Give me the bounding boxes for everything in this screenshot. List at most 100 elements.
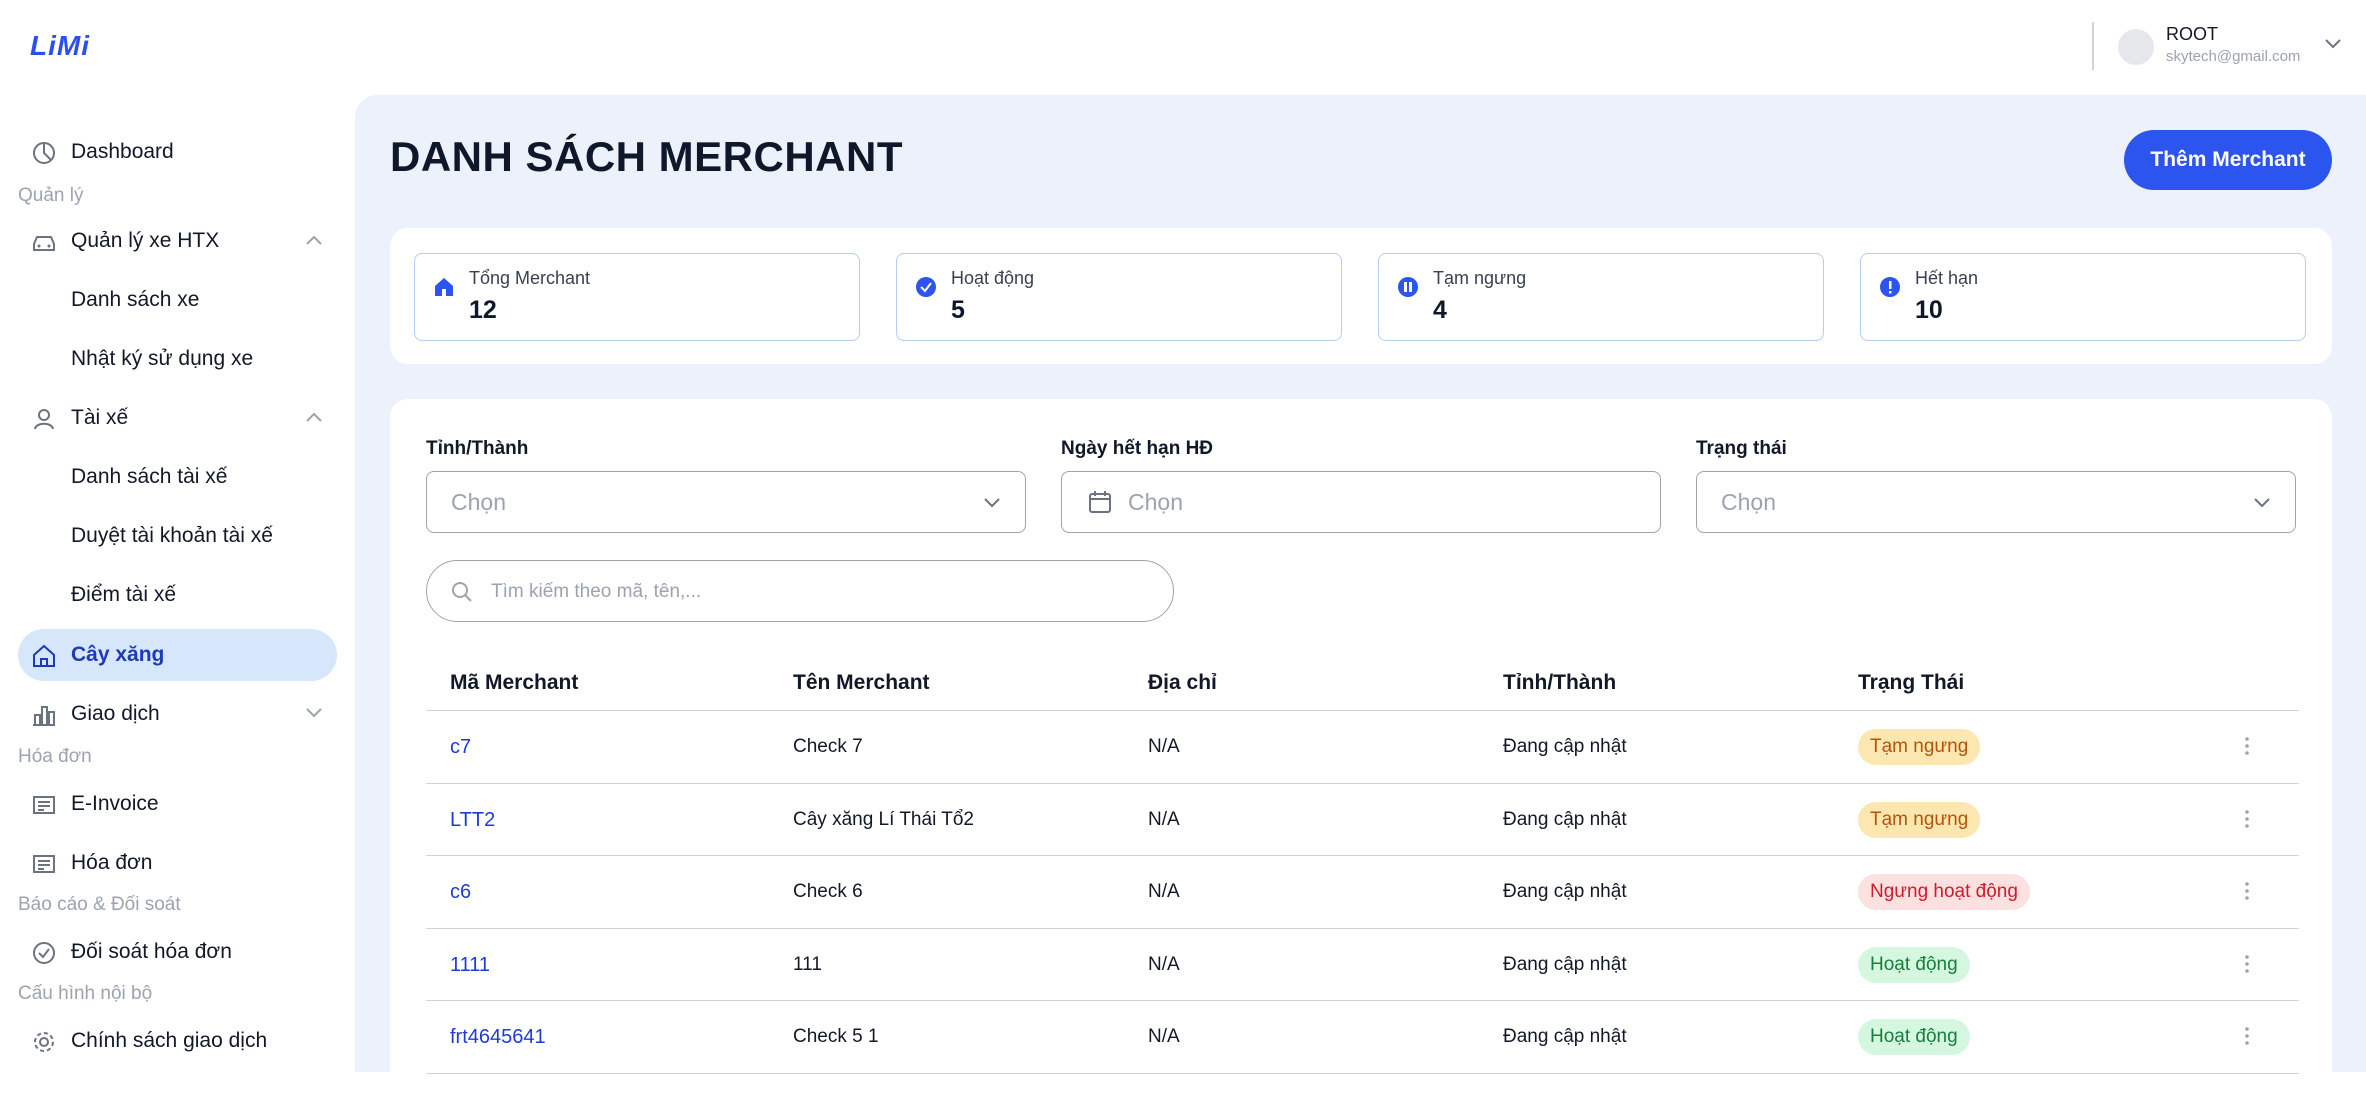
merchant-name: Cây xăng Lí Thái Tổ2 [793, 808, 974, 830]
sidebar-item-label: Duyệt tài khoản tài xế [71, 524, 273, 547]
merchant-province: Đang cập nhật [1503, 808, 1627, 830]
sidebar-item-label: Tài xế [71, 406, 129, 429]
stat-total: Tổng Merchant 12 [414, 253, 860, 341]
column-header-province[interactable]: Tỉnh/Thành [1503, 671, 1616, 695]
bar-chart-icon [33, 706, 55, 726]
filter-label-status: Trạng thái [1696, 438, 1787, 459]
merchant-code-link[interactable]: c7 [450, 736, 471, 759]
sidebar-item-label: Chính sách giao dịch [71, 1029, 268, 1052]
invoice-icon [33, 855, 55, 873]
sidebar-item-danh-sach-xe[interactable]: Danh sách xe [18, 274, 337, 326]
chevron-down-icon[interactable] [305, 707, 323, 719]
merchant-code-link[interactable]: 1111 [450, 954, 490, 977]
filter-label-expiry: Ngày hết hạn HĐ [1061, 438, 1214, 459]
sidebar-item-label: Danh sách xe [71, 288, 200, 311]
table-row[interactable]: LTT2 Cây xăng Lí Thái Tổ2 N/A Đang cập n… [426, 784, 2299, 856]
column-header-name[interactable]: Tên Merchant [793, 671, 930, 695]
sidebar-item-doi-soat[interactable]: Đối soát hóa đơn [18, 926, 337, 978]
sidebar-item-quan-ly-xe[interactable]: Quản lý xe HTX [18, 215, 337, 267]
merchant-address: N/A [1148, 1026, 1180, 1047]
user-icon [34, 409, 54, 430]
expiry-date-picker[interactable]: Chọn [1061, 471, 1661, 533]
avatar[interactable] [2118, 29, 2154, 65]
car-icon [33, 236, 55, 251]
stat-expired: Hết hạn 10 [1860, 253, 2306, 341]
status-badge: Tạm ngưng [1858, 801, 1981, 838]
main-panel: DANH SÁCH MERCHANT Thêm Merchant Tổng Me… [355, 95, 2366, 1099]
sidebar-item-diem-tai-xe[interactable]: Điểm tài xế [18, 569, 337, 621]
sidebar-item-cay-xang[interactable]: Cây xăng [18, 629, 337, 681]
section-title-cau-hinh: Cấu hình nội bộ [18, 983, 153, 1004]
status-badge: Ngưng hoạt động [1858, 874, 2030, 910]
stat-label: Hoạt động [951, 268, 1035, 288]
sidebar-item-label: Đối soát hóa đơn [71, 940, 232, 963]
status-badge: Hoạt động [1858, 946, 1970, 983]
verified-icon [916, 277, 936, 297]
more-options-icon[interactable] [2244, 735, 2250, 757]
more-options-icon[interactable] [2244, 880, 2250, 902]
chevron-up-icon[interactable] [305, 411, 323, 423]
table-header: Mã Merchant Tên Merchant Địa chỉ Tỉnh/Th… [426, 655, 2299, 711]
merchant-province: Đang cập nhật [1503, 736, 1627, 757]
province-select[interactable]: Chọn [426, 471, 1026, 533]
status-select[interactable]: Chọn [1696, 471, 2296, 533]
sidebar-item-dashboard[interactable]: Dashboard [18, 126, 337, 178]
table-row[interactable]: frt4645641 Check 5 1 N/A Đang cập nhật H… [426, 1001, 2299, 1074]
stat-value: 12 [469, 296, 497, 324]
table-row[interactable]: 1111 111 N/A Đang cập nhật Hoạt động [426, 929, 2299, 1001]
sidebar-item-einvoice[interactable]: E-Invoice [18, 778, 337, 830]
section-title-bao-cao: Báo cáo & Đối soát [18, 894, 181, 915]
home-icon [435, 278, 453, 296]
user-email: skytech@gmail.com [2166, 48, 2301, 65]
select-placeholder: Chọn [1128, 489, 1183, 515]
stat-label: Hết hạn [1915, 268, 1979, 288]
sidebar-item-label: Giao dịch [71, 702, 160, 725]
sidebar-item-danh-sach-tai-xe[interactable]: Danh sách tài xế [18, 451, 337, 503]
merchant-code-link[interactable]: c6 [450, 881, 471, 904]
check-circle-icon [33, 942, 55, 964]
merchant-code-link[interactable]: frt4645641 [450, 1026, 546, 1049]
user-name[interactable]: ROOT [2166, 24, 2218, 45]
stat-label: Tổng Merchant [469, 268, 591, 288]
table-row[interactable]: c7 Check 7 N/A Đang cập nhật Tạm ngưng [426, 711, 2299, 784]
add-merchant-button[interactable]: Thêm Merchant [2124, 130, 2332, 190]
header-divider [2092, 22, 2094, 70]
sidebar-item-hoa-don[interactable]: Hóa đơn [18, 837, 337, 889]
more-options-icon[interactable] [2244, 1025, 2250, 1047]
sidebar-item-tai-xe[interactable]: Tài xế [18, 392, 337, 444]
chevron-down-icon[interactable] [2324, 38, 2342, 50]
sidebar-item-chinh-sach[interactable]: Chính sách giao dịch [18, 1015, 337, 1067]
column-header-status[interactable]: Trạng Thái [1858, 671, 1964, 695]
more-options-icon[interactable] [2244, 953, 2250, 975]
top-header: LiMi ROOT skytech@gmail.com [0, 0, 2366, 95]
merchant-name: Check 5 1 [793, 1026, 879, 1047]
gear-icon [34, 1032, 54, 1052]
stat-value: 10 [1915, 296, 1943, 324]
sidebar-item-nhat-ky[interactable]: Nhật ký sử dụng xe [18, 333, 337, 385]
column-header-address[interactable]: Địa chỉ [1148, 671, 1217, 695]
table-row[interactable]: c6 Check 6 N/A Đang cập nhật Ngưng hoạt … [426, 856, 2299, 929]
merchant-address: N/A [1148, 736, 1180, 757]
sidebar-item-label: Dashboard [71, 140, 174, 163]
select-placeholder: Chọn [1721, 489, 1776, 515]
app-logo[interactable]: LiMi [30, 30, 90, 62]
column-header-code[interactable]: Mã Merchant [450, 671, 578, 695]
merchant-province: Đang cập nhật [1503, 1026, 1627, 1047]
sidebar-item-duyet-tai-khoan[interactable]: Duyệt tài khoản tài xế [18, 510, 337, 562]
sidebar-item-label: Cây xăng [71, 643, 165, 666]
pie-chart-icon [33, 142, 55, 164]
section-title-hoa-don: Hóa đơn [18, 746, 92, 767]
chevron-up-icon[interactable] [305, 234, 323, 246]
stat-value: 4 [1433, 296, 1447, 324]
calendar-icon [1089, 491, 1111, 513]
merchant-name: 111 [793, 953, 822, 975]
search-input[interactable]: Tìm kiếm theo mã, tên,... [426, 560, 1174, 622]
invoice-icon [33, 796, 55, 814]
merchant-address: N/A [1148, 881, 1180, 902]
sidebar-item-giao-dich[interactable]: Giao dịch [18, 688, 337, 740]
stats-card: Tổng Merchant 12 Hoạt động 5 Tạm ngưng 4… [390, 228, 2332, 364]
section-title-quan-ly: Quản lý [18, 185, 84, 206]
more-options-icon[interactable] [2244, 808, 2250, 830]
search-icon [452, 582, 472, 602]
merchant-code-link[interactable]: LTT2 [450, 809, 495, 832]
